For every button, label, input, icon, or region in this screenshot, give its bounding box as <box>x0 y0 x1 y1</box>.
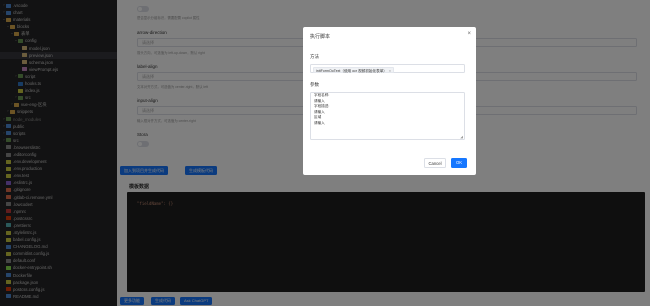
ok-button[interactable]: OK <box>451 158 467 168</box>
dialog-title: 执行脚本 <box>310 34 331 40</box>
method-tag: initFormOoText（使用 ocr 视频初始化表单） × <box>313 66 394 73</box>
param-line: 请输入 <box>314 120 325 125</box>
close-icon[interactable]: × <box>467 31 471 37</box>
method-tag-text: initFormOoText（使用 ocr 视频初始化表单） <box>316 68 387 73</box>
resize-handle-icon[interactable]: ◢ <box>460 135 463 139</box>
cancel-button[interactable]: Cancel <box>424 158 446 168</box>
tag-close-icon[interactable]: × <box>389 69 391 73</box>
params-label: 参数 <box>310 82 319 87</box>
params-textarea[interactable]: 字段名称: 请输入 字段描述: 请输入 区域 请输入 ◢ <box>310 92 465 140</box>
method-label: 方法 <box>310 54 319 59</box>
method-select[interactable]: initFormOoText（使用 ocr 视频初始化表单） × <box>310 64 465 73</box>
